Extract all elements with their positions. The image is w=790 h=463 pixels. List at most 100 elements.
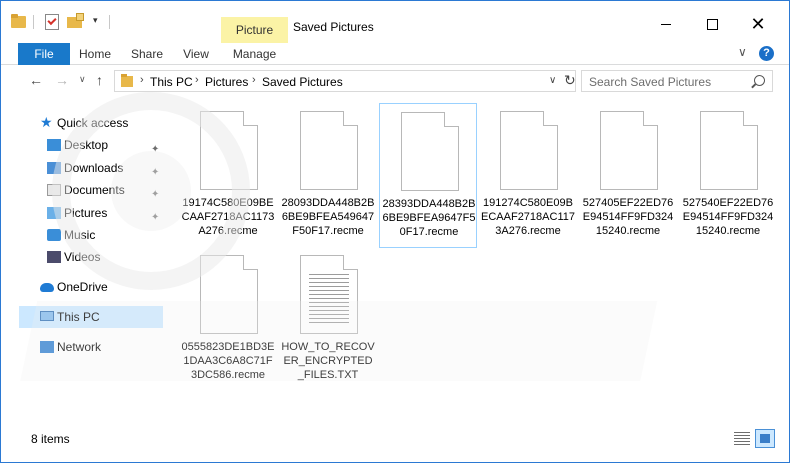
file-icon <box>300 111 358 190</box>
title-bar[interactable]: ▾ Picture Tools Saved Pictures ✕ <box>1 1 789 63</box>
text-file-icon <box>300 255 358 334</box>
sidebar-item-music[interactable]: Music <box>19 224 163 246</box>
recent-locations-dropdown-icon[interactable]: ∨ <box>79 74 86 85</box>
new-folder-icon[interactable] <box>67 13 84 29</box>
file-name: 28093DDA448B2B6BE9BFEA549647F50F17.recme <box>281 197 375 237</box>
sidebar-item-this-pc[interactable]: This PC <box>19 306 163 328</box>
ribbon-tabs: File Home Share View Manage ∨ ? <box>1 43 789 65</box>
maximize-button[interactable] <box>689 9 735 39</box>
breadcrumb-separator[interactable]: › <box>195 74 199 86</box>
breadcrumb-this-pc[interactable]: This PC <box>150 75 193 89</box>
file-icon <box>700 111 758 190</box>
sidebar-item-documents[interactable]: Documents ✦ <box>19 179 163 201</box>
sidebar-item-label: OneDrive <box>57 280 108 294</box>
forward-button[interactable]: → <box>55 72 69 88</box>
status-bar: 8 items <box>1 427 789 462</box>
toolbar-separator <box>109 15 110 29</box>
computer-icon <box>40 311 54 321</box>
tab-file[interactable]: File <box>18 43 70 65</box>
file-name: 19174C580E09BECAAF2718AC1173A276.recme <box>181 197 275 237</box>
file-name: 0555823DE1BD3E1DAA3C6A8C71F3DC586.recme <box>181 341 275 381</box>
file-icon <box>200 111 258 190</box>
customize-toolbar-dropdown-icon[interactable]: ▾ <box>93 15 98 26</box>
properties-icon[interactable] <box>43 13 59 30</box>
search-input[interactable]: Search Saved Pictures <box>589 75 711 89</box>
desktop-icon <box>47 139 61 151</box>
sidebar-item-desktop[interactable]: Desktop ✦ <box>19 134 163 156</box>
sidebar-item-quick-access[interactable]: ★ Quick access <box>19 112 163 134</box>
star-icon: ★ <box>40 114 53 130</box>
file-item-selected[interactable]: 28393DDA448B2B6BE9BFEA9647F50F17.recme <box>379 103 477 248</box>
minimize-button[interactable] <box>643 9 689 39</box>
file-name: HOW_TO_RECOVER_ENCRYPTED_FILES.TXT <box>281 341 375 381</box>
search-box[interactable]: Search Saved Pictures <box>581 70 773 92</box>
file-name: 191274C580E09BECAAF2718AC1173A276.recme <box>481 197 575 237</box>
text-lines <box>309 274 349 324</box>
file-name: 527540EF22ED76E94514FF9FD32415240.recme <box>682 197 774 237</box>
close-button[interactable]: ✕ <box>735 9 781 39</box>
sidebar-item-label: Pictures <box>64 206 108 220</box>
tab-home[interactable]: Home <box>72 43 118 65</box>
navigation-bar: ← → ∨ ↑ › This PC › Pictures › Saved Pic… <box>1 66 789 96</box>
sidebar-item-label: Quick access <box>57 116 129 130</box>
documents-icon <box>47 184 61 196</box>
file-item[interactable]: 527540EF22ED76E94514FF9FD32415240.recme <box>679 103 777 248</box>
up-button[interactable]: ↑ <box>96 72 103 88</box>
pictures-icon <box>47 207 61 219</box>
breadcrumb-pictures[interactable]: Pictures <box>205 75 248 89</box>
explorer-window: ▾ Picture Tools Saved Pictures ✕ File Ho… <box>0 0 790 463</box>
cloud-icon <box>40 283 54 292</box>
large-icons-view-icon[interactable] <box>755 429 775 448</box>
sidebar-item-label: Music <box>64 228 96 242</box>
folder-icon[interactable] <box>11 13 27 29</box>
picture-tools-context-label: Picture Tools <box>221 17 288 63</box>
refresh-icon[interactable]: ↻ <box>564 72 576 89</box>
back-button[interactable]: ← <box>29 72 43 88</box>
file-item[interactable]: HOW_TO_RECOVER_ENCRYPTED_FILES.TXT <box>279 247 377 392</box>
breadcrumb-saved-pictures[interactable]: Saved Pictures <box>262 75 343 89</box>
music-icon <box>47 229 61 241</box>
sidebar-item-label: Documents <box>64 183 125 197</box>
file-name: 527405EF22ED76E94514FF9FD32415240.recme <box>582 197 674 237</box>
sidebar-item-videos[interactable]: Videos <box>19 246 163 268</box>
sidebar-item-label: Desktop <box>64 138 109 152</box>
breadcrumb-separator[interactable]: › <box>140 74 144 86</box>
sidebar-item-pictures[interactable]: Pictures ✦ <box>19 202 163 224</box>
file-name: 28393DDA448B2B6BE9BFEA9647F50F17.recme <box>382 198 476 238</box>
expand-ribbon-chevron-icon[interactable]: ∨ <box>738 45 747 59</box>
file-icon <box>200 255 258 334</box>
address-dropdown-icon[interactable]: ∨ <box>549 75 556 86</box>
file-list[interactable]: 19174C580E09BECAAF2718AC1173A276.recme 2… <box>173 97 787 427</box>
sidebar-item-label: Network <box>57 340 102 354</box>
details-view-icon[interactable] <box>734 432 750 446</box>
file-icon <box>600 111 658 190</box>
item-count: 8 items <box>31 432 70 446</box>
sidebar-item-label: Downloads <box>64 161 124 175</box>
tab-manage[interactable]: Manage <box>221 43 288 65</box>
toolbar-separator <box>33 15 34 29</box>
tab-view[interactable]: View <box>176 43 216 65</box>
search-icon[interactable] <box>754 75 765 86</box>
help-icon[interactable]: ? <box>759 46 774 61</box>
downloads-icon <box>47 162 61 174</box>
file-item[interactable]: 0555823DE1BD3E1DAA3C6A8C71F3DC586.recme <box>179 247 277 392</box>
videos-icon <box>47 251 61 263</box>
breadcrumb-separator[interactable]: › <box>252 74 256 86</box>
sidebar-item-label: Videos <box>64 250 101 264</box>
file-item[interactable]: 28093DDA448B2B6BE9BFEA549647F50F17.recme <box>279 103 377 248</box>
sidebar-item-network[interactable]: Network <box>19 336 163 358</box>
file-icon <box>500 111 558 190</box>
folder-icon <box>121 74 133 87</box>
tab-share[interactable]: Share <box>121 43 173 65</box>
file-item[interactable]: 191274C580E09BECAAF2718AC1173A276.recme <box>479 103 577 248</box>
navigation-pane: ★ Quick access Desktop ✦ Downloads ✦ Doc… <box>1 101 171 426</box>
file-item[interactable]: 527405EF22ED76E94514FF9FD32415240.recme <box>579 103 677 248</box>
file-icon <box>401 112 459 191</box>
network-icon <box>40 341 54 353</box>
file-item[interactable]: 19174C580E09BECAAF2718AC1173A276.recme <box>179 103 277 248</box>
sidebar-item-downloads[interactable]: Downloads ✦ <box>19 157 163 179</box>
address-bar[interactable]: › This PC › Pictures › Saved Pictures ∨ … <box>114 70 576 92</box>
sidebar-item-onedrive[interactable]: OneDrive <box>19 276 163 298</box>
window-title: Saved Pictures <box>293 20 374 34</box>
sidebar-item-label: This PC <box>57 310 100 324</box>
